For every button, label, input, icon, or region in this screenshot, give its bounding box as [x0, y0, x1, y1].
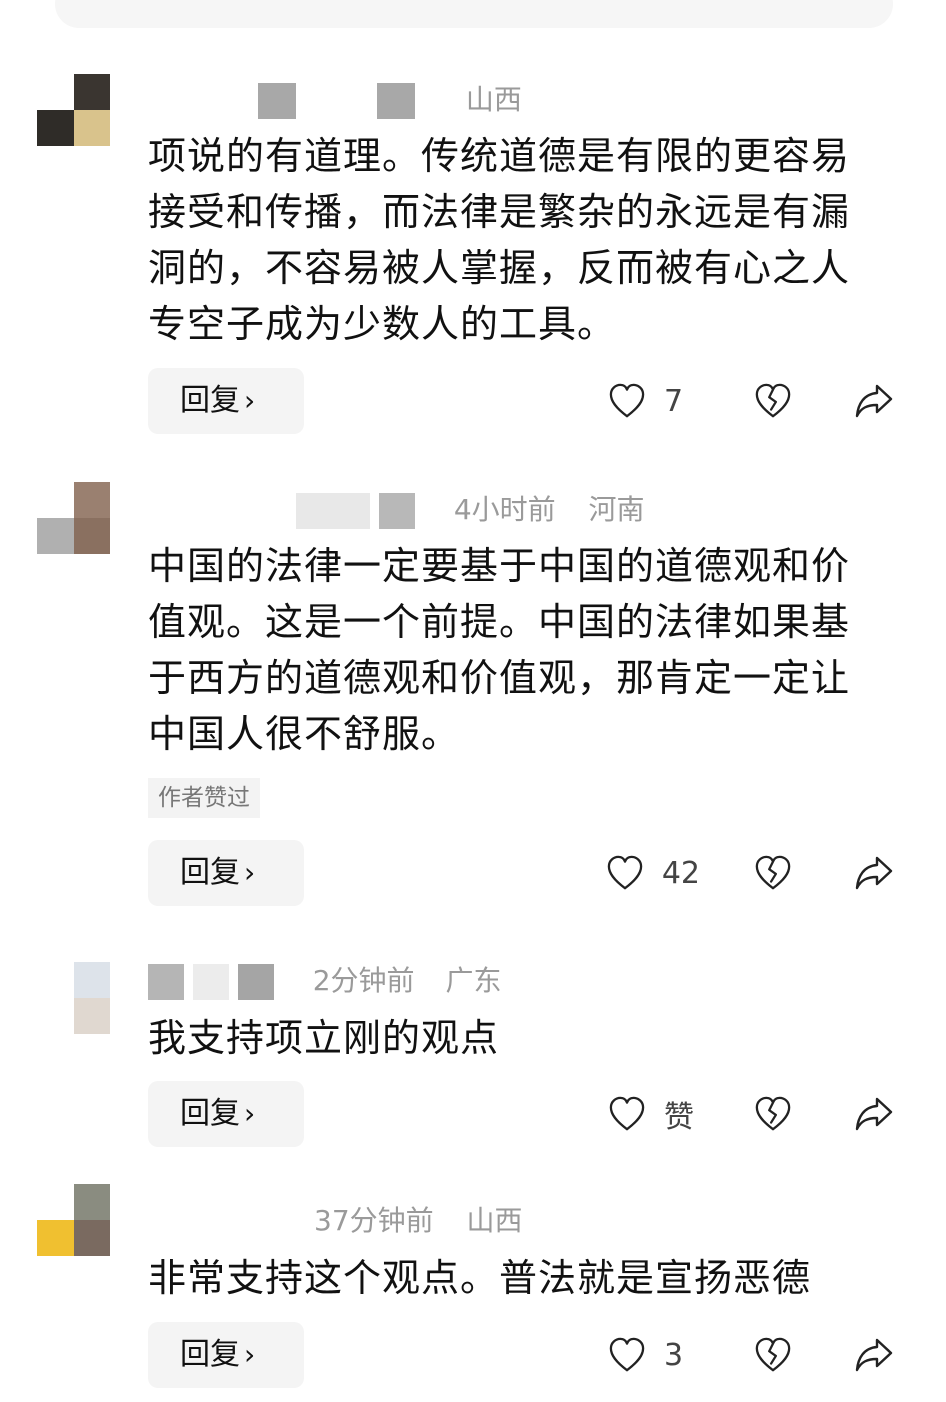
reply-button[interactable]: 回复 ›	[148, 1322, 304, 1388]
heart-icon	[609, 1337, 645, 1372]
reply-label: 回复	[180, 383, 240, 418]
comment-actions: 赞	[608, 1081, 894, 1147]
like-count: 7	[664, 383, 684, 419]
top-input-bar[interactable]	[55, 0, 893, 28]
comment-meta: 山西	[148, 80, 522, 120]
like-count: 3	[664, 1337, 684, 1373]
avatar[interactable]	[37, 74, 125, 162]
share-icon[interactable]	[854, 1336, 894, 1374]
comment-text: 中国的法律一定要基于中国的道德观和价值观。这是一个前提。中国的法律如果基于西方的…	[148, 544, 851, 756]
comment-actions: 7	[608, 368, 894, 434]
reply-label: 回复	[180, 1096, 240, 1131]
reply-button[interactable]: 回复 ›	[148, 1081, 304, 1147]
like-button[interactable]: 7	[608, 383, 700, 419]
reply-button[interactable]: 回复 ›	[148, 368, 304, 434]
avatar[interactable]	[37, 482, 125, 570]
username-blurred[interactable]	[258, 83, 296, 119]
username-blurred[interactable]	[192, 964, 229, 1000]
chevron-right-icon: ›	[244, 1097, 256, 1130]
comment-location: 山西	[466, 1204, 523, 1237]
comment-time: 4小时前	[453, 493, 556, 526]
comment-location: 河南	[588, 493, 645, 526]
username-blurred[interactable]	[296, 493, 370, 529]
comment-location: 广东	[445, 964, 502, 997]
chevron-right-icon: ›	[244, 1338, 256, 1371]
username-blurred[interactable]	[378, 493, 415, 529]
avatar[interactable]	[74, 962, 126, 1050]
chevron-right-icon: ›	[244, 384, 256, 417]
reply-button[interactable]: 回复 ›	[148, 840, 304, 906]
heart-icon	[609, 1096, 645, 1131]
username-blurred[interactable]	[237, 964, 274, 1000]
chevron-right-icon: ›	[244, 856, 256, 889]
like-button[interactable]: 赞	[608, 1092, 700, 1136]
comment-meta: 2分钟前 广东	[148, 961, 501, 1001]
like-button[interactable]: 3	[608, 1337, 700, 1373]
comment-actions: 3	[608, 1322, 894, 1388]
heart-icon	[609, 383, 645, 418]
share-icon[interactable]	[854, 854, 894, 892]
broken-heart-icon[interactable]	[754, 382, 792, 420]
comment-meta: 4小时前 河南	[148, 490, 645, 530]
author-liked-badge: 作者赞过	[148, 778, 260, 818]
reply-label: 回复	[180, 855, 240, 890]
like-button[interactable]: 42	[606, 855, 700, 891]
comment-text: 非常支持这个观点。普法就是宣扬恶德	[148, 1256, 812, 1300]
comment-text: 我支持项立刚的观点	[148, 1016, 500, 1060]
like-count: 赞	[664, 1100, 694, 1135]
username-blurred[interactable]	[376, 83, 415, 119]
avatar[interactable]	[37, 1184, 125, 1272]
comment-time: 37分钟前	[314, 1204, 434, 1237]
comment-location: 山西	[465, 83, 522, 116]
comment-actions: 42	[606, 840, 894, 906]
like-count: 42	[661, 855, 700, 891]
username-blurred[interactable]	[148, 964, 184, 1000]
comment-meta: 37分钟前 山西	[148, 1201, 523, 1241]
broken-heart-icon[interactable]	[754, 1095, 792, 1133]
broken-heart-icon[interactable]	[754, 1336, 792, 1374]
heart-icon	[607, 855, 643, 890]
share-icon[interactable]	[854, 1095, 894, 1133]
comment-time: 2分钟前	[312, 964, 415, 997]
broken-heart-icon[interactable]	[754, 854, 792, 892]
comment-text: 项说的有道理。传统道德是有限的更容易接受和传播，而法律是繁杂的永远是有漏洞的，不…	[148, 134, 851, 346]
reply-label: 回复	[180, 1337, 240, 1372]
share-icon[interactable]	[854, 382, 894, 420]
